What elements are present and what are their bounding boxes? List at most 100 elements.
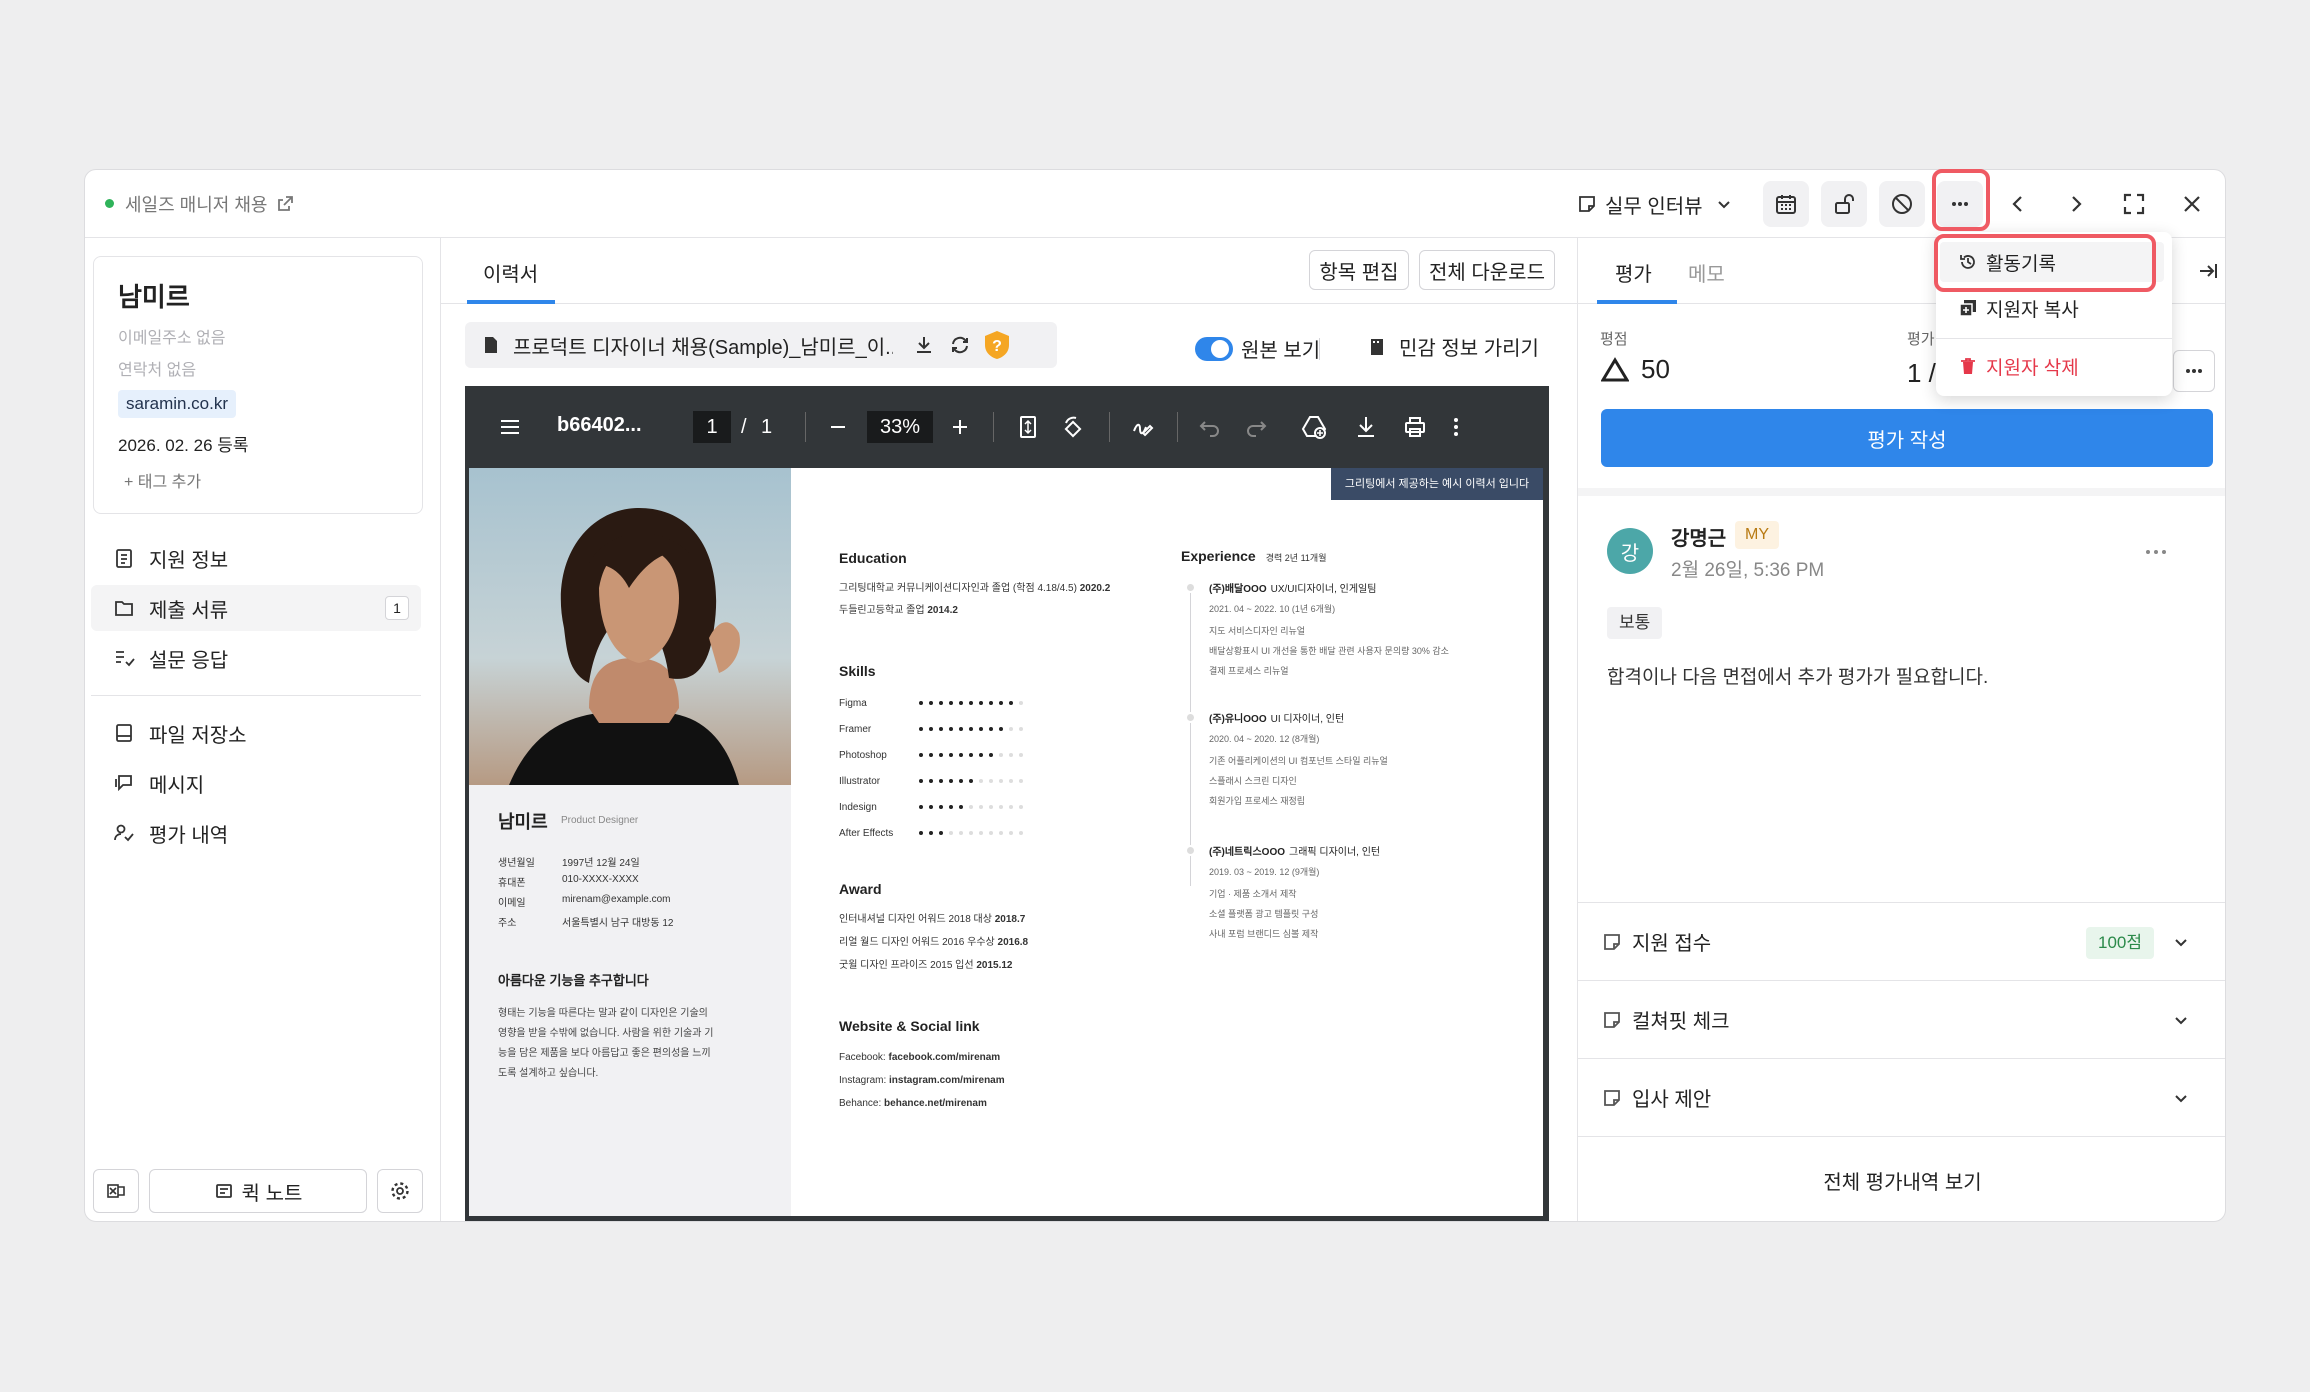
menu-icon[interactable] — [499, 416, 521, 438]
section-offer[interactable]: 입사 제안 — [1578, 1059, 2225, 1137]
refresh-icon[interactable] — [949, 334, 971, 356]
document-icon — [116, 549, 132, 568]
rotate-icon[interactable] — [1061, 415, 1085, 439]
zoom-out-icon[interactable] — [827, 416, 849, 438]
job-link[interactable]: 세일즈 매니저 채용 — [125, 191, 295, 217]
zoom-input[interactable]: 33% — [867, 411, 933, 443]
file-name: 프로덕트 디자이너 채용(Sample)_남미르_이... — [513, 336, 893, 359]
sidebar-item-evaluation-history[interactable]: 평가 내역 — [91, 810, 421, 856]
skill-level-dot — [959, 805, 963, 809]
page-input[interactable]: 1 — [693, 411, 731, 443]
experience-head: (주)유니OOO UI 디자이너, 인턴 — [1209, 710, 1344, 725]
folder-icon — [115, 601, 133, 616]
tab-resume[interactable]: 이력서 — [483, 258, 538, 287]
write-evaluation-button[interactable]: 평가 작성 — [1601, 409, 2213, 467]
skill-level-dot — [919, 753, 923, 757]
eval-more-button[interactable] — [2173, 350, 2215, 392]
skill-level-dot — [999, 701, 1003, 705]
excel-button[interactable] — [93, 1169, 139, 1213]
drive-upload-icon[interactable] — [1301, 414, 1327, 440]
original-view-label: 원본 보기 — [1241, 340, 1321, 362]
skill-level-dot — [1009, 805, 1013, 809]
calendar-button[interactable] — [1763, 181, 1809, 227]
quick-note-button[interactable]: 퀵 노트 — [149, 1169, 367, 1213]
skill-level-dot — [969, 779, 973, 783]
annotate-icon[interactable] — [1131, 415, 1155, 439]
prev-button[interactable] — [1995, 181, 2041, 227]
skill-level-dot — [969, 753, 973, 757]
experience-detail: 회원가입 프로세스 재정립 — [1209, 796, 1306, 806]
tab-evaluation[interactable]: 평가 — [1615, 258, 1652, 287]
experience-head: (주)배달OOO UX/UI디자이너, 인게일팀 — [1209, 580, 1376, 595]
shield-warning-icon[interactable]: ? — [983, 330, 1011, 360]
info-value: 1997년 12월 24일 — [562, 858, 640, 869]
skill-name: Indesign — [839, 801, 877, 813]
experience-detail: 결제 프로세스 리뉴얼 — [1209, 666, 1289, 676]
sidebar-item-label: 제출 서류 — [149, 599, 229, 622]
fullscreen-button[interactable] — [2111, 181, 2157, 227]
timeline-line — [1190, 586, 1191, 886]
sample-banner: 그리팅에서 제공하는 예시 이력서 입니다 — [1331, 468, 1543, 500]
review-tag: 보통 — [1607, 607, 1663, 639]
download-icon[interactable] — [1355, 415, 1377, 439]
stage-select[interactable]: 실무 인터뷰 — [1577, 184, 1733, 224]
award-year: 2016.8 — [997, 937, 1029, 948]
info-key: 휴대폰 — [498, 878, 526, 889]
collapse-panel-icon[interactable] — [2197, 260, 2219, 282]
next-button[interactable] — [2053, 181, 2099, 227]
close-button[interactable] — [2169, 181, 2215, 227]
link-key: Behance: — [839, 1098, 882, 1109]
chevron-down-icon — [2175, 1095, 2187, 1103]
add-tag-button[interactable]: + 태그 추가 — [124, 468, 201, 492]
hide-sensitive-button[interactable]: 민감 정보 가리기 — [1367, 332, 1539, 361]
section-culture-fit[interactable]: 컬쳐핏 체크 — [1578, 981, 2225, 1059]
chevron-down-icon — [2175, 939, 2187, 947]
fit-page-icon[interactable] — [1017, 415, 1039, 439]
edit-items-button[interactable]: 항목 편집 — [1309, 250, 1409, 290]
block-button[interactable] — [1879, 181, 1925, 227]
skill-level-dot — [1009, 727, 1013, 731]
zoom-in-icon[interactable] — [949, 416, 971, 438]
tab-memo[interactable]: 메모 — [1688, 258, 1725, 287]
review-more-icon[interactable] — [2145, 548, 2167, 556]
skill-level-dot — [1019, 701, 1023, 705]
original-view-toggle[interactable]: 원본 보기 — [1195, 334, 1320, 363]
toggle-switch[interactable] — [1195, 336, 1233, 361]
link-value: facebook.com/mirenam — [888, 1052, 1001, 1063]
download-icon[interactable] — [913, 334, 935, 356]
skill-level-dot — [949, 779, 953, 783]
skill-level-dot — [949, 727, 953, 731]
section-application[interactable]: 지원 접수 100점 — [1578, 903, 2225, 981]
sidebar-item-file-storage[interactable]: 파일 저장소 — [91, 710, 421, 756]
review-body: 합격이나 다음 면접에서 추가 평가가 필요합니다. — [1607, 667, 1989, 688]
view-all-evaluations-button[interactable]: 전체 평가내역 보기 — [1578, 1137, 2225, 1221]
settings-button[interactable] — [377, 1169, 423, 1213]
candidate-card: 남미르 이메일주소 없음 연락처 없음 saramin.co.kr 2026. … — [93, 256, 423, 514]
menu-item-delete-applicant[interactable]: 지원자 삭제 — [1940, 346, 2164, 386]
sidebar-item-application-info[interactable]: 지원 정보 — [91, 535, 421, 581]
more-horizontal-icon — [2186, 369, 2202, 373]
skill-level-dot — [999, 779, 1003, 783]
skill-level-dot — [969, 831, 973, 835]
sidebar-item-submitted-docs[interactable]: 제출 서류 1 — [91, 585, 421, 631]
file-chip[interactable]: 프로덕트 디자이너 채용(Sample)_남미르_이... ? — [465, 322, 1057, 368]
tab-active-indicator — [1597, 300, 1677, 304]
redo-icon[interactable] — [1245, 417, 1267, 437]
skill-level-dot — [919, 727, 923, 731]
menu-item-copy-applicant[interactable]: 지원자 복사 — [1940, 288, 2164, 328]
more-vertical-icon[interactable] — [1451, 415, 1461, 439]
user-check-icon — [114, 824, 134, 842]
info-value: 010-XXXX-XXXX — [562, 874, 639, 885]
sidebar-item-survey[interactable]: 설문 응답 — [91, 635, 421, 681]
skill-level-dot — [959, 727, 963, 731]
link-value: behance.net/mirenam — [884, 1098, 987, 1109]
unlock-button[interactable] — [1821, 181, 1867, 227]
award-text: 굿윌 디자인 프라이즈 2015 입선 — [839, 960, 974, 971]
doc-tab-underline — [441, 303, 1577, 304]
download-all-button[interactable]: 전체 다운로드 — [1419, 250, 1555, 290]
skill-level-dot — [999, 727, 1003, 731]
excel-icon — [107, 1184, 125, 1198]
undo-icon[interactable] — [1199, 417, 1221, 437]
sidebar-item-messages[interactable]: 메시지 — [91, 760, 421, 806]
print-icon[interactable] — [1403, 415, 1427, 439]
